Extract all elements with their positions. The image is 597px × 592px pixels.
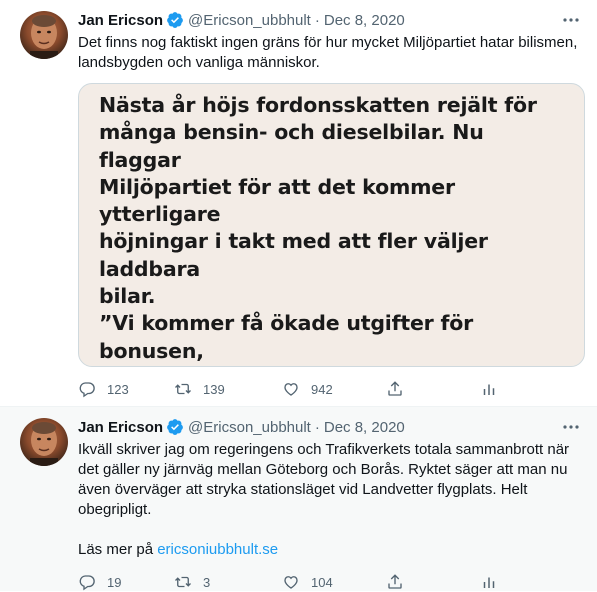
author-name[interactable]: Jan Ericson <box>78 12 163 29</box>
like-button[interactable]: 942 <box>282 380 386 398</box>
separator-dot: · <box>314 418 320 436</box>
analytics-button[interactable] <box>480 380 498 398</box>
like-count: 104 <box>311 574 333 590</box>
reply-count: 123 <box>107 381 129 397</box>
tweet-text: Ikväll skriver jag om regeringens och Tr… <box>78 441 570 518</box>
share-icon <box>388 381 402 396</box>
retweet-icon <box>175 576 191 588</box>
read-more-line: Läs mer på ericsoniubbhult.se <box>78 540 578 560</box>
retweet-count: 139 <box>203 381 225 397</box>
tweet-image[interactable]: Nästa år höjs fordonsskatten rejält för … <box>78 83 585 367</box>
avatar[interactable] <box>20 418 68 466</box>
author-name[interactable]: Jan Ericson <box>78 419 163 436</box>
tweet-1[interactable]: Jan Ericson @Ericson_ubbhult · Dec 8, 20… <box>0 0 597 407</box>
tweet-header: Jan Ericson @Ericson_ubbhult · Dec 8, 20… <box>78 10 583 30</box>
tweet-header: Jan Ericson @Ericson_ubbhult · Dec 8, 20… <box>78 417 583 437</box>
reply-count: 19 <box>107 574 122 590</box>
share-button[interactable] <box>386 573 480 591</box>
reply-button[interactable]: 123 <box>78 380 174 398</box>
action-bar: 19 3 104 <box>78 572 583 592</box>
retweet-count: 3 <box>203 574 211 590</box>
analytics-icon <box>483 384 495 395</box>
analytics-icon <box>483 577 495 588</box>
retweet-icon <box>175 383 191 395</box>
more-options-icon[interactable] <box>561 419 581 435</box>
reply-button[interactable]: 19 <box>78 573 174 591</box>
tweet-date[interactable]: Dec 8, 2020 <box>324 12 405 29</box>
retweet-button[interactable]: 139 <box>174 380 282 398</box>
author-handle[interactable]: @Ericson_ubbhult <box>188 12 311 29</box>
avatar[interactable] <box>20 11 68 59</box>
image-text: Nästa år höjs fordonsskatten rejält för … <box>99 93 546 366</box>
author-handle[interactable]: @Ericson_ubbhult <box>188 419 311 436</box>
separator-dot: · <box>314 11 320 29</box>
verified-badge-icon <box>167 419 183 435</box>
tweet-text: Det finns nog faktiskt ingen gräns för h… <box>78 34 578 71</box>
tweet-2[interactable]: Jan Ericson @Ericson_ubbhult · Dec 8, 20… <box>0 407 597 591</box>
heart-icon <box>284 383 298 396</box>
verified-badge-icon <box>167 12 183 28</box>
like-count: 942 <box>311 381 333 397</box>
retweet-button[interactable]: 3 <box>174 573 282 591</box>
analytics-button[interactable] <box>480 573 498 591</box>
action-bar: 123 139 942 <box>78 379 583 399</box>
reply-icon <box>79 575 95 591</box>
share-icon <box>388 574 402 589</box>
reply-icon <box>79 382 95 398</box>
like-button[interactable]: 104 <box>282 573 386 591</box>
heart-icon <box>284 576 298 589</box>
read-more-prefix: Läs mer på <box>78 541 158 558</box>
share-button[interactable] <box>386 380 480 398</box>
external-link[interactable]: ericsoniubbhult.se <box>157 541 278 558</box>
tweet-date[interactable]: Dec 8, 2020 <box>324 419 405 436</box>
more-options-icon[interactable] <box>561 12 581 28</box>
